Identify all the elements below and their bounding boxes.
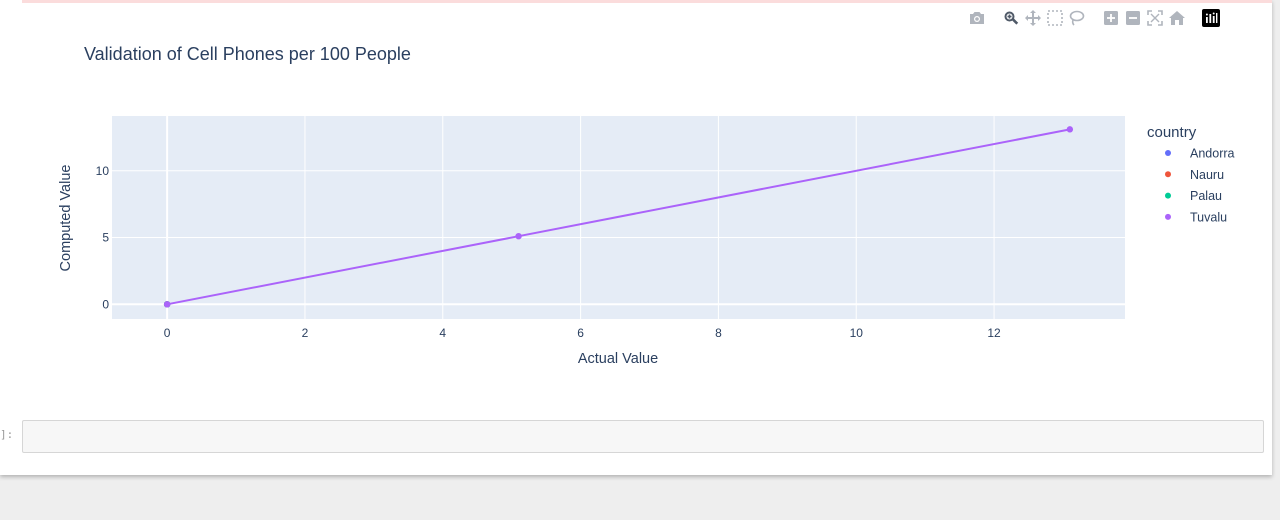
x-tick-labels: 0 2 4 6 8 10 12	[164, 326, 1001, 340]
y-tick-label: 0	[102, 297, 109, 311]
data-point	[1066, 126, 1074, 133]
zoom-icon[interactable]	[1000, 8, 1022, 28]
zoom-out-icon[interactable]	[1122, 8, 1144, 28]
y-tick-label: 5	[102, 231, 109, 245]
x-tick-label: 2	[302, 326, 309, 340]
cell-prompt: ]:	[0, 428, 14, 441]
y-tick-label: 10	[96, 164, 110, 178]
chart-title: Validation of Cell Phones per 100 People	[84, 44, 411, 64]
legend-marker	[1165, 213, 1171, 220]
camera-icon[interactable]	[966, 8, 988, 28]
x-tick-label: 6	[577, 326, 584, 340]
plot-modebar	[966, 8, 1222, 28]
zoom-in-icon[interactable]	[1100, 8, 1122, 28]
y-axis-label: Computed Value	[58, 165, 74, 272]
plot-area[interactable]: Validation of Cell Phones per 100 People…	[0, 30, 1272, 390]
legend-item-andorra[interactable]: Andorra	[1165, 147, 1235, 161]
box-select-icon[interactable]	[1044, 8, 1066, 28]
legend-item-nauru[interactable]: Nauru	[1165, 168, 1224, 182]
output-panel: Validation of Cell Phones per 100 People…	[0, 0, 1272, 475]
x-axis-label: Actual Value	[578, 351, 658, 367]
x-tick-label: 10	[850, 326, 864, 340]
legend-label: Nauru	[1190, 168, 1224, 182]
data-point	[515, 232, 522, 240]
data-point	[163, 301, 171, 308]
legend-marker	[1165, 192, 1171, 199]
legend-item-tuvalu[interactable]: Tuvalu	[1165, 210, 1227, 224]
legend-label: Palau	[1190, 189, 1222, 203]
x-tick-label: 4	[439, 326, 446, 340]
legend-marker	[1165, 150, 1171, 156]
legend-item-palau[interactable]: Palau	[1165, 189, 1222, 203]
plotly-logo-icon[interactable]	[1200, 8, 1222, 28]
legend[interactable]: country Andorra Nauru Palau Tuvalu	[1147, 124, 1235, 224]
autoscale-icon[interactable]	[1144, 8, 1166, 28]
legend-label: Tuvalu	[1190, 210, 1227, 224]
code-cell-input[interactable]	[22, 420, 1264, 453]
x-tick-label: 12	[987, 326, 1001, 340]
home-icon[interactable]	[1166, 8, 1188, 28]
pan-icon[interactable]	[1022, 8, 1044, 28]
stderr-strip	[22, 0, 1272, 3]
legend-label: Andorra	[1190, 147, 1235, 161]
legend-marker	[1165, 171, 1171, 178]
x-tick-label: 0	[164, 326, 171, 340]
y-tick-labels: 0 5 10	[96, 164, 110, 312]
legend-title: country	[1147, 124, 1197, 141]
lasso-icon[interactable]	[1066, 8, 1088, 28]
x-tick-label: 8	[715, 326, 722, 340]
